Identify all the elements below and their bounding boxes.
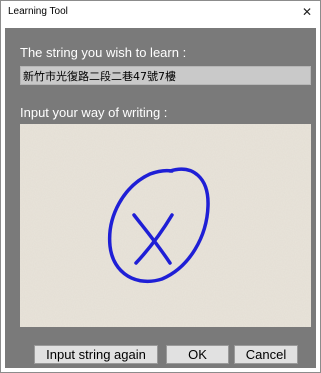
close-button[interactable]: ✕ [298,3,316,21]
input-string-again-button[interactable]: Input string again [34,345,158,364]
handwriting-canvas[interactable] [20,124,311,327]
close-icon: ✕ [301,5,313,19]
dialog-body: The string you wish to learn : 新竹市光復路二段二… [5,28,316,368]
cancel-button[interactable]: Cancel [234,345,298,364]
learning-tool-window: Learning Tool ✕ The string you wish to l… [0,0,321,373]
window-title: Learning Tool [8,6,68,17]
writing-label: Input your way of writing : [20,105,168,120]
title-bar: Learning Tool ✕ [1,1,320,23]
handwriting-strokes [20,124,311,327]
string-label: The string you wish to learn : [20,45,187,60]
string-display-field[interactable]: 新竹市光復路二段二巷47號7樓 [20,66,311,85]
ok-button[interactable]: OK [166,345,229,364]
